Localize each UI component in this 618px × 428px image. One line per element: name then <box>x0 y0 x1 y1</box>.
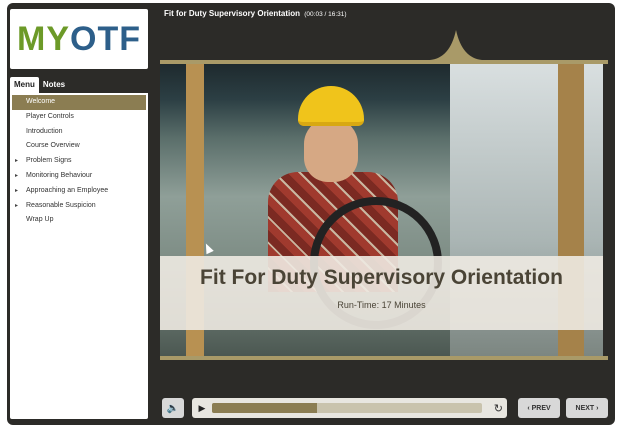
playback-time: (00:03 / 16:31) <box>304 11 347 18</box>
course-title: Fit for Duty Supervisory Orientation (00… <box>164 9 347 18</box>
expand-arrow-icon[interactable]: ▸ <box>15 199 18 214</box>
menu-item-problem-signs[interactable]: ▸ Problem Signs <box>10 154 148 169</box>
replay-icon[interactable]: ↻ <box>494 402 503 415</box>
play-button[interactable]: ▶ <box>196 403 208 414</box>
expand-arrow-icon[interactable]: ▸ <box>15 169 18 184</box>
slide-title-banner: Fit For Duty Supervisory Orientation Run… <box>160 256 603 330</box>
menu-item-label: Monitoring Behaviour <box>26 171 93 179</box>
menu-item-label: Wrap Up <box>26 216 54 224</box>
title-divider-decoration <box>160 30 608 64</box>
playback-bar: ▶ ↻ <box>192 398 507 418</box>
tab-menu[interactable]: Menu <box>10 77 39 93</box>
menu-item-label: Approaching an Employee <box>26 186 109 194</box>
menu-item-label: Reasonable Suspicion <box>26 201 96 209</box>
menu-item-monitoring-behaviour[interactable]: ▸ Monitoring Behaviour <box>10 169 148 184</box>
next-button[interactable]: NEXT › <box>566 398 608 418</box>
sidebar-panel: Menu Notes Welcome Player Controls Introduc… <box>10 77 148 419</box>
expand-arrow-icon[interactable]: ▸ <box>15 184 18 199</box>
slide-heading: Fit For Duty Supervisory Orientation <box>200 266 563 289</box>
logo-text: MYOTF <box>17 19 141 58</box>
menu-item-wrap-up[interactable]: Wrap Up <box>10 213 148 228</box>
expand-arrow-icon[interactable]: ▸ <box>15 154 18 169</box>
prev-button[interactable]: ‹ PREV <box>518 398 560 418</box>
logo: MYOTF <box>10 9 148 69</box>
menu-item-reasonable-suspicion[interactable]: ▸ Reasonable Suspicion <box>10 199 148 214</box>
slide-subheading: Run-Time: 17 Minutes <box>337 300 426 310</box>
menu-item-introduction[interactable]: Introduction <box>10 125 148 140</box>
mute-button[interactable]: 🔈 <box>162 398 184 418</box>
hard-hat <box>298 86 364 126</box>
course-menu: Welcome Player Controls Introduction Course… <box>10 95 148 228</box>
menu-item-player-controls[interactable]: Player Controls <box>10 110 148 125</box>
menu-item-approaching-an-employee[interactable]: ▸ Approaching an Employee <box>10 184 148 199</box>
seek-progress <box>212 403 318 413</box>
menu-item-label: Course Overview <box>26 142 80 150</box>
menu-item-label: Player Controls <box>26 112 74 120</box>
menu-item-label: Introduction <box>26 127 63 135</box>
menu-item-label: Welcome <box>26 98 56 105</box>
menu-item-course-overview[interactable]: Course Overview <box>10 139 148 154</box>
video-bottom-border <box>160 356 608 360</box>
menu-item-welcome[interactable]: Welcome <box>12 95 146 110</box>
video-frame[interactable]: Fit For Duty Supervisory Orientation Run… <box>160 64 603 359</box>
tab-notes[interactable]: Notes <box>39 77 69 93</box>
menu-item-label: Problem Signs <box>26 157 72 165</box>
speaker-icon: 🔈 <box>166 402 180 414</box>
course-title-text: Fit for Duty Supervisory Orientation <box>164 9 301 18</box>
seek-bar[interactable] <box>212 403 482 413</box>
sidebar-tabs: Menu Notes <box>10 77 148 93</box>
worker-face <box>304 118 358 182</box>
